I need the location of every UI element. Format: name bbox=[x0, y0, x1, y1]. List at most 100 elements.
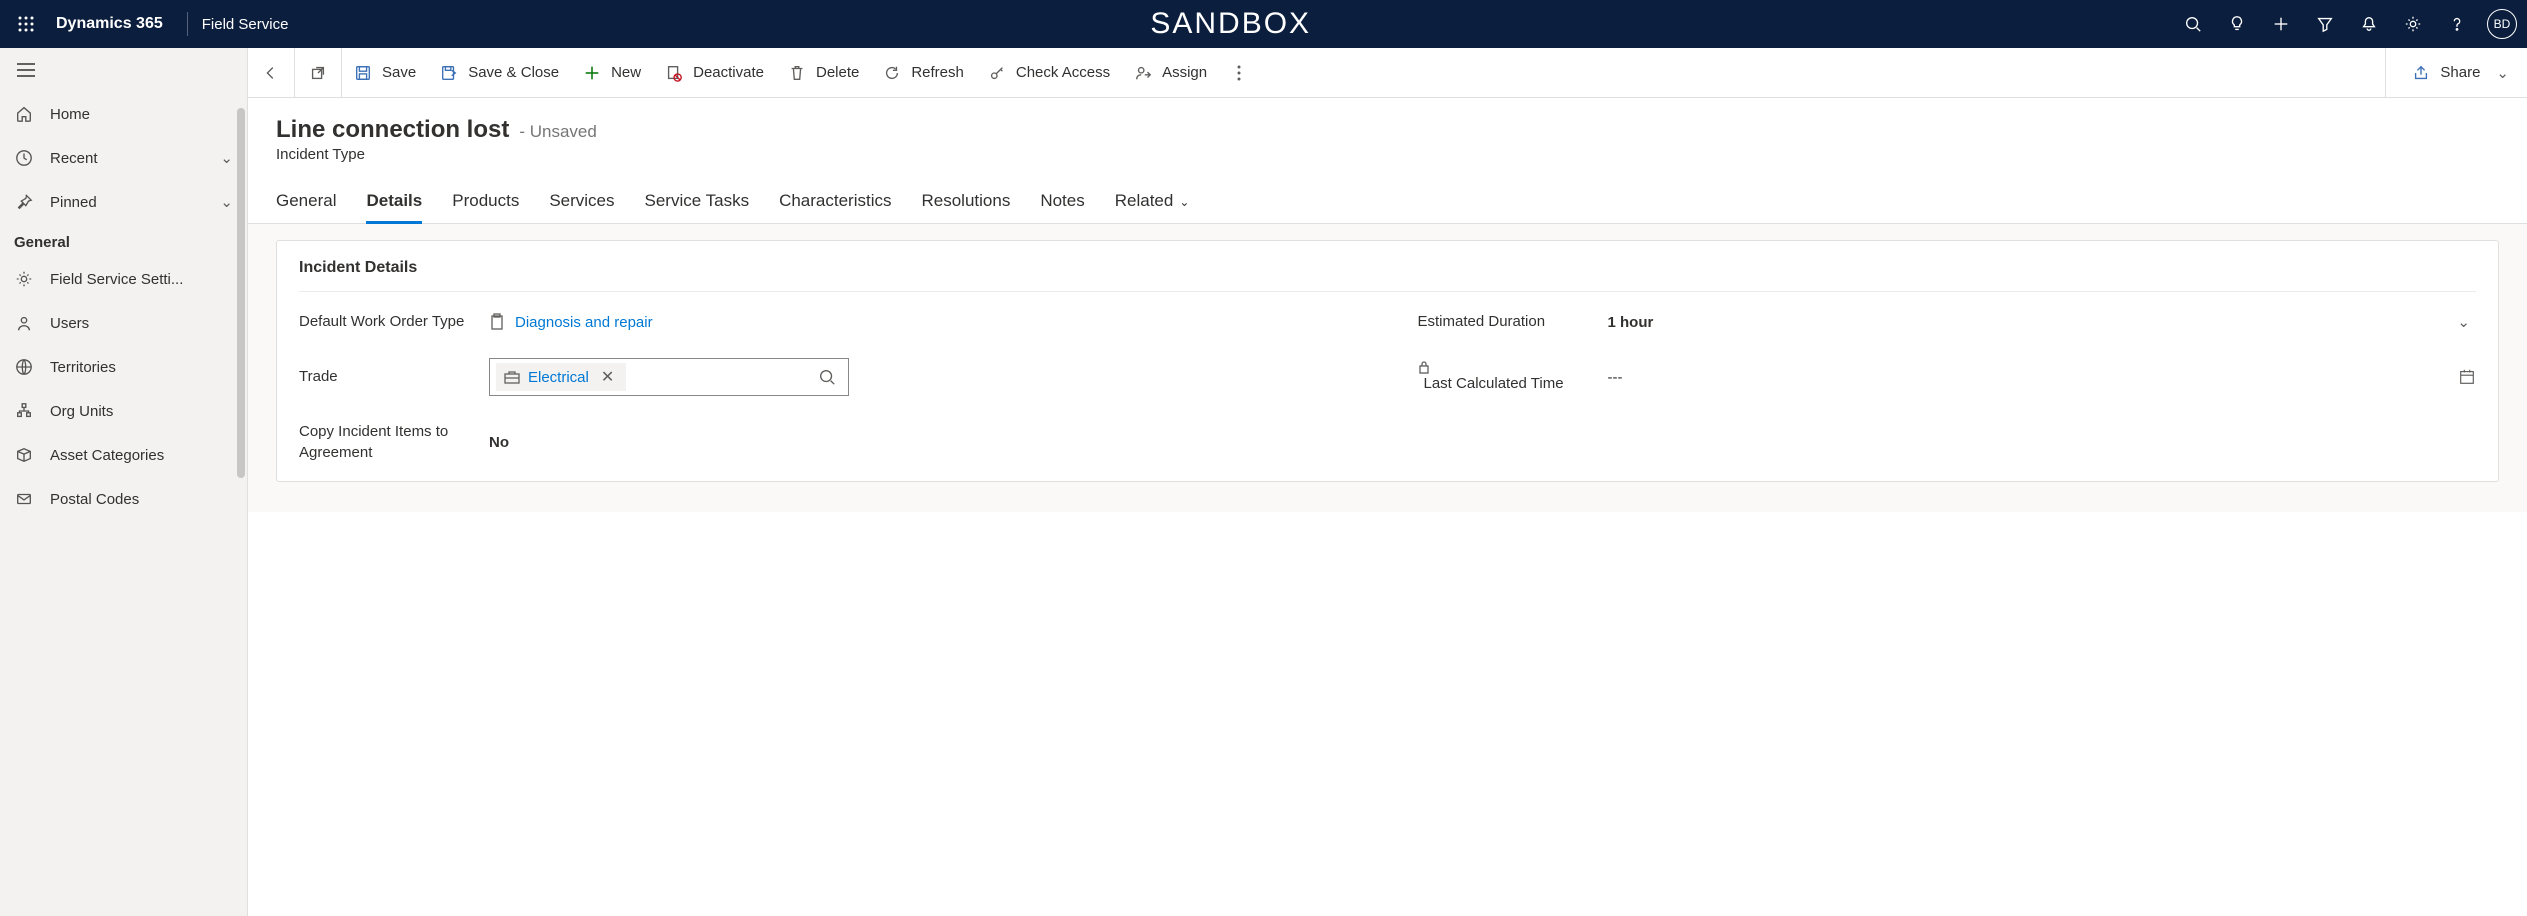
assign-button[interactable]: Assign bbox=[1122, 64, 1219, 82]
lightbulb-icon[interactable] bbox=[2217, 4, 2257, 44]
tab-label: Related bbox=[1115, 191, 1174, 210]
nav-asset-categories[interactable]: Asset Categories bbox=[0, 433, 247, 477]
pin-icon bbox=[14, 193, 34, 211]
tab-services[interactable]: Services bbox=[549, 181, 614, 223]
nav-label: Org Units bbox=[50, 403, 233, 420]
refresh-icon bbox=[883, 64, 901, 82]
open-new-window-icon[interactable] bbox=[309, 64, 327, 82]
nav-postal-codes[interactable]: Postal Codes bbox=[0, 477, 247, 521]
share-icon bbox=[2412, 64, 2430, 82]
back-button[interactable] bbox=[262, 64, 280, 82]
key-icon bbox=[988, 64, 1006, 82]
topbar-actions: BD bbox=[2173, 4, 2517, 44]
save-close-icon bbox=[440, 64, 458, 82]
scrollbar[interactable] bbox=[237, 108, 245, 478]
chevron-down-icon[interactable]: ⌄ bbox=[220, 193, 233, 211]
plus-icon bbox=[583, 64, 601, 82]
nav-label: Postal Codes bbox=[50, 491, 233, 508]
cmd-label: New bbox=[611, 64, 641, 81]
gear-icon[interactable] bbox=[2393, 4, 2433, 44]
clipboard-icon bbox=[489, 313, 505, 331]
tab-related[interactable]: Related ⌄ bbox=[1115, 181, 1190, 223]
field-last-calculated-time: Last Calculated Time --- bbox=[1418, 358, 2477, 396]
left-nav: Home Recent ⌄ Pinned ⌄ General Field Ser… bbox=[0, 48, 248, 916]
nav-pinned[interactable]: Pinned ⌄ bbox=[0, 180, 247, 224]
org-icon bbox=[14, 402, 34, 420]
command-bar: Save Save & Close New Deactivate Delete bbox=[248, 48, 2527, 98]
save-icon bbox=[354, 64, 372, 82]
nav-label: Territories bbox=[50, 359, 233, 376]
chevron-down-icon[interactable]: ⌄ bbox=[2451, 313, 2476, 331]
new-button[interactable]: New bbox=[571, 64, 653, 82]
trade-lookup[interactable]: Electrical ✕ bbox=[489, 358, 849, 396]
plus-icon[interactable] bbox=[2261, 4, 2301, 44]
refresh-button[interactable]: Refresh bbox=[871, 64, 976, 82]
tab-resolutions[interactable]: Resolutions bbox=[922, 181, 1011, 223]
nav-territories[interactable]: Territories bbox=[0, 345, 247, 389]
tab-products[interactable]: Products bbox=[452, 181, 519, 223]
user-avatar[interactable]: BD bbox=[2487, 9, 2517, 39]
check-access-button[interactable]: Check Access bbox=[976, 64, 1122, 82]
chevron-down-icon: ⌄ bbox=[2496, 64, 2509, 82]
hamburger-icon[interactable] bbox=[14, 58, 38, 82]
share-button[interactable]: Share ⌄ bbox=[2400, 48, 2513, 97]
bell-icon[interactable] bbox=[2349, 4, 2389, 44]
trash-icon bbox=[788, 64, 806, 82]
nav-recent[interactable]: Recent ⌄ bbox=[0, 136, 247, 180]
app-name[interactable]: Field Service bbox=[202, 16, 289, 33]
home-icon bbox=[14, 105, 34, 123]
filter-icon[interactable] bbox=[2305, 4, 2345, 44]
search-icon[interactable] bbox=[2173, 4, 2213, 44]
search-icon[interactable] bbox=[812, 368, 842, 386]
incident-details-section: Incident Details Default Work Order Type… bbox=[276, 240, 2499, 482]
field-estimated-duration: Estimated Duration 1 hour ⌄ bbox=[1418, 312, 2477, 332]
remove-tag-icon[interactable]: ✕ bbox=[597, 367, 618, 387]
assign-icon bbox=[1134, 64, 1152, 82]
cmd-label: Refresh bbox=[911, 64, 964, 81]
field-value[interactable]: No bbox=[489, 434, 1358, 451]
tab-notes[interactable]: Notes bbox=[1040, 181, 1084, 223]
app-launcher-icon[interactable] bbox=[10, 8, 42, 40]
tab-service-tasks[interactable]: Service Tasks bbox=[645, 181, 750, 223]
field-label: Trade bbox=[299, 367, 489, 387]
nav-users[interactable]: Users bbox=[0, 301, 247, 345]
calendar-icon[interactable] bbox=[2458, 368, 2476, 386]
delete-button[interactable]: Delete bbox=[776, 64, 871, 82]
chevron-down-icon[interactable]: ⌄ bbox=[220, 149, 233, 167]
tab-details[interactable]: Details bbox=[366, 181, 422, 223]
product-brand[interactable]: Dynamics 365 bbox=[56, 15, 163, 33]
deactivate-button[interactable]: Deactivate bbox=[653, 64, 776, 82]
field-value[interactable]: 1 hour ⌄ bbox=[1608, 313, 2477, 331]
save-button[interactable]: Save bbox=[342, 64, 428, 82]
nav-group-general: General bbox=[0, 224, 247, 257]
cmd-label: Share bbox=[2440, 64, 2480, 81]
field-label: Estimated Duration bbox=[1418, 312, 1608, 332]
nav-home[interactable]: Home bbox=[0, 92, 247, 136]
help-icon[interactable] bbox=[2437, 4, 2477, 44]
lock-icon bbox=[1418, 360, 1608, 374]
page-title: Line connection lost bbox=[276, 116, 509, 144]
lookup-selected-tag[interactable]: Electrical ✕ bbox=[496, 363, 626, 391]
lookup-link[interactable]: Diagnosis and repair bbox=[515, 314, 653, 331]
tab-characteristics[interactable]: Characteristics bbox=[779, 181, 891, 223]
nav-field-service-settings[interactable]: Field Service Setti... bbox=[0, 257, 247, 301]
section-title: Incident Details bbox=[299, 259, 2476, 292]
lookup-tag-label: Electrical bbox=[528, 369, 589, 386]
field-label: Copy Incident Items to Agreement bbox=[299, 422, 489, 463]
field-label: Last Calculated Time bbox=[1418, 360, 1608, 394]
briefcase-icon bbox=[504, 370, 520, 384]
cmd-open-seg bbox=[295, 48, 342, 97]
nav-label: Recent bbox=[50, 150, 204, 167]
save-close-button[interactable]: Save & Close bbox=[428, 64, 571, 82]
deactivate-icon bbox=[665, 64, 683, 82]
nav-label: Asset Categories bbox=[50, 447, 233, 464]
overflow-button[interactable] bbox=[1219, 65, 1259, 81]
cmd-label: Save bbox=[382, 64, 416, 81]
chevron-down-icon: ⌄ bbox=[1179, 195, 1189, 209]
nav-label: Field Service Setti... bbox=[50, 271, 233, 288]
page-header: Line connection lost - Unsaved Incident … bbox=[248, 98, 2527, 163]
field-value[interactable]: Diagnosis and repair bbox=[489, 313, 1358, 331]
nav-org-units[interactable]: Org Units bbox=[0, 389, 247, 433]
nav-label: Pinned bbox=[50, 194, 204, 211]
tab-general[interactable]: General bbox=[276, 181, 336, 223]
